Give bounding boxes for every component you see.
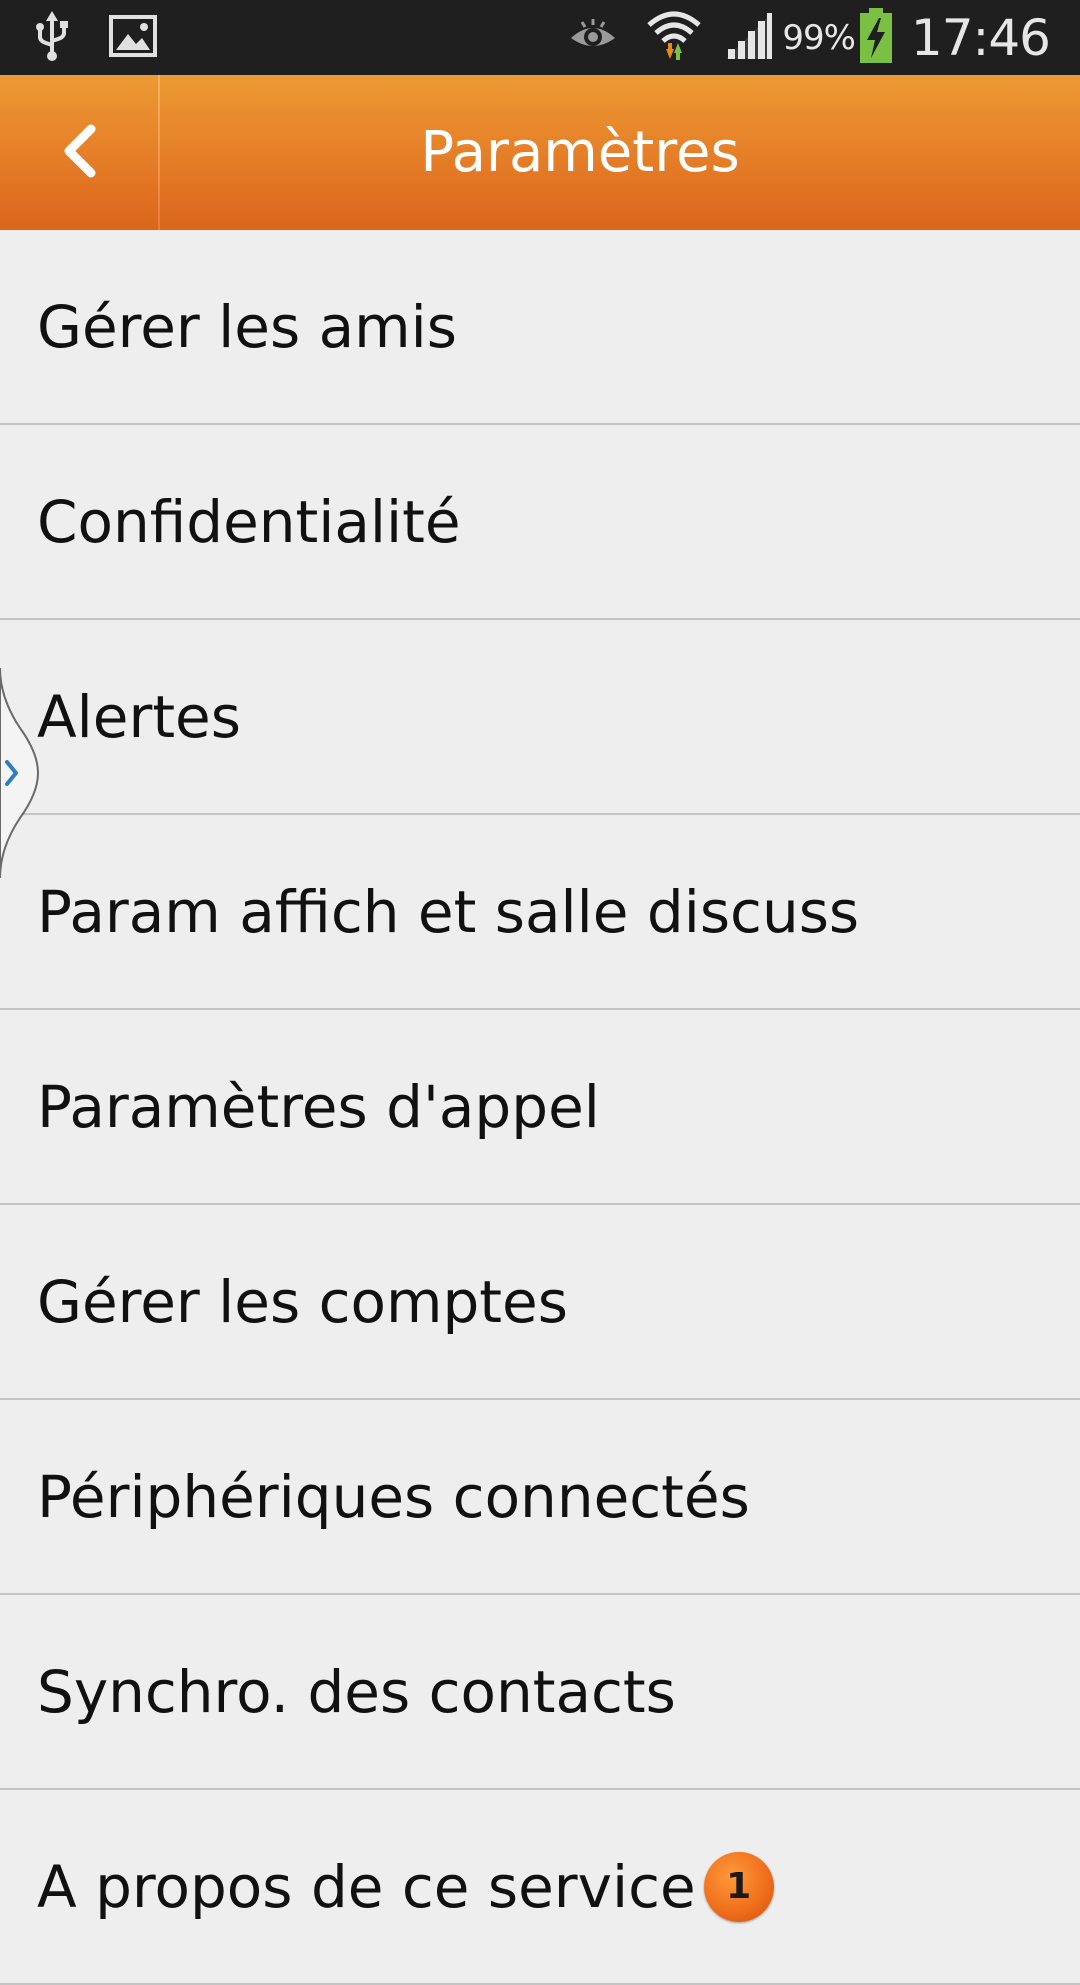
page-title: Paramètres xyxy=(420,120,740,185)
settings-item-label: Gérer les amis xyxy=(37,292,457,361)
settings-item-label: Synchro. des contacts xyxy=(37,1657,676,1726)
back-button[interactable] xyxy=(0,75,158,230)
action-bar: Paramètres xyxy=(0,75,1080,230)
usb-icon xyxy=(34,11,70,65)
settings-list: Gérer les amis Confidentialité Alertes P… xyxy=(0,230,1080,1985)
battery-percent: 99% xyxy=(782,17,856,58)
battery-charging-icon xyxy=(859,7,893,68)
status-bar: 99% 17:46 xyxy=(0,0,1080,75)
eye-icon xyxy=(568,16,618,60)
settings-item-connected-devices[interactable]: Périphériques connectés xyxy=(0,1400,1080,1595)
settings-item-label: Périphériques connectés xyxy=(37,1462,750,1531)
wifi-icon xyxy=(646,9,702,67)
settings-item-privacy[interactable]: Confidentialité xyxy=(0,425,1080,620)
settings-item-call-settings[interactable]: Paramètres d'appel xyxy=(0,1010,1080,1205)
side-panel-handle[interactable] xyxy=(0,667,42,879)
settings-item-manage-accounts[interactable]: Gérer les comptes xyxy=(0,1205,1080,1400)
signal-icon xyxy=(724,11,774,65)
settings-item-label: Confidentialité xyxy=(37,487,461,556)
settings-item-label: Param affich et salle discuss xyxy=(37,877,860,946)
notification-badge: 1 xyxy=(703,1851,774,1922)
settings-item-contact-sync[interactable]: Synchro. des contacts xyxy=(0,1595,1080,1790)
settings-item-label: Gérer les comptes xyxy=(37,1267,568,1336)
chevron-right-icon xyxy=(4,758,20,792)
settings-item-label: Alertes xyxy=(37,682,241,751)
picture-icon xyxy=(108,14,158,62)
settings-item-label: A propos de ce service xyxy=(37,1852,696,1921)
settings-item-label: Paramètres d'appel xyxy=(37,1072,600,1141)
clock: 17:46 xyxy=(910,8,1051,67)
settings-item-manage-friends[interactable]: Gérer les amis xyxy=(0,230,1080,425)
back-chevron-icon xyxy=(59,123,99,183)
settings-item-display-chat[interactable]: Param affich et salle discuss xyxy=(0,815,1080,1010)
settings-item-about[interactable]: A propos de ce service 1 xyxy=(0,1790,1080,1985)
settings-item-alerts[interactable]: Alertes xyxy=(0,620,1080,815)
